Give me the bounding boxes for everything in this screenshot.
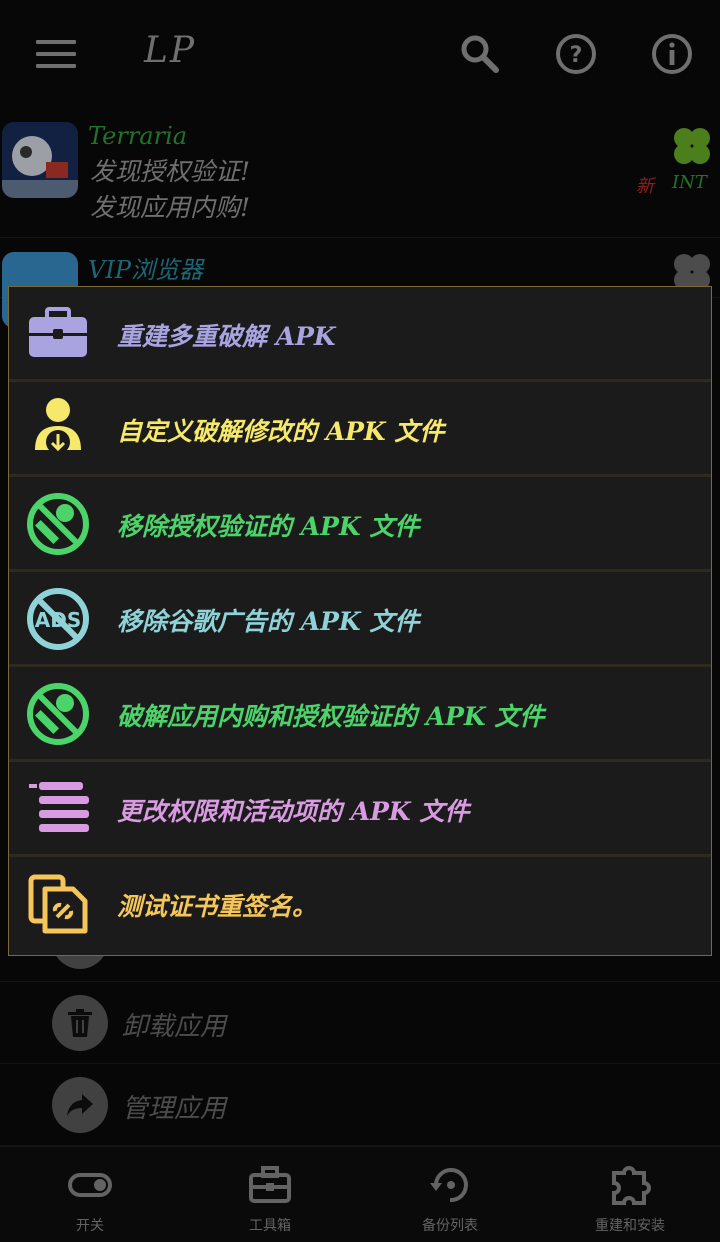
dialog-item-label: 重建多重破解 APK <box>117 322 336 351</box>
test-resign-item[interactable]: 测试证书重签名。 <box>9 857 711 952</box>
app-screen: LP ? Terraria 发现授权验证! 发现应用内购! 新 INT VIP浏… <box>0 0 720 1242</box>
dialog-item-label: 移除授权验证的 APK 文件 <box>117 512 420 541</box>
patch-iap-license-item[interactable]: 破解应用内购和授权验证的 APK 文件 <box>9 667 711 762</box>
permission-list-icon <box>29 782 89 832</box>
remove-license-item[interactable]: 移除授权验证的 APK 文件 <box>9 477 711 572</box>
rebuild-multi-patch-item[interactable]: 重建多重破解 APK <box>9 287 711 382</box>
custom-patch-item[interactable]: 自定义破解修改的 APK 文件 <box>9 382 711 477</box>
dialog-item-label: 测试证书重签名。 <box>117 892 318 921</box>
dialog-item-label: 更改权限和活动项的 APK 文件 <box>117 797 470 826</box>
change-permissions-item[interactable]: 更改权限和活动项的 APK 文件 <box>9 762 711 857</box>
no-key-icon <box>27 493 89 555</box>
dialog-item-label: 破解应用内购和授权验证的 APK 文件 <box>117 702 545 731</box>
toolbox-icon <box>29 307 87 357</box>
user-download-icon <box>35 398 81 454</box>
no-ads-icon: ADS <box>27 588 89 650</box>
tools-dialog: 重建多重破解 APK 自定义破解修改的 APK 文件 移除授权验证的 APK 文… <box>8 286 712 956</box>
dialog-item-label: 移除谷歌广告的 APK 文件 <box>117 607 420 636</box>
no-key-icon <box>27 683 89 745</box>
dialog-item-label: 自定义破解修改的 APK 文件 <box>117 417 445 446</box>
file-link-icon <box>28 874 88 934</box>
remove-ads-item[interactable]: ADS 移除谷歌广告的 APK 文件 <box>9 572 711 667</box>
